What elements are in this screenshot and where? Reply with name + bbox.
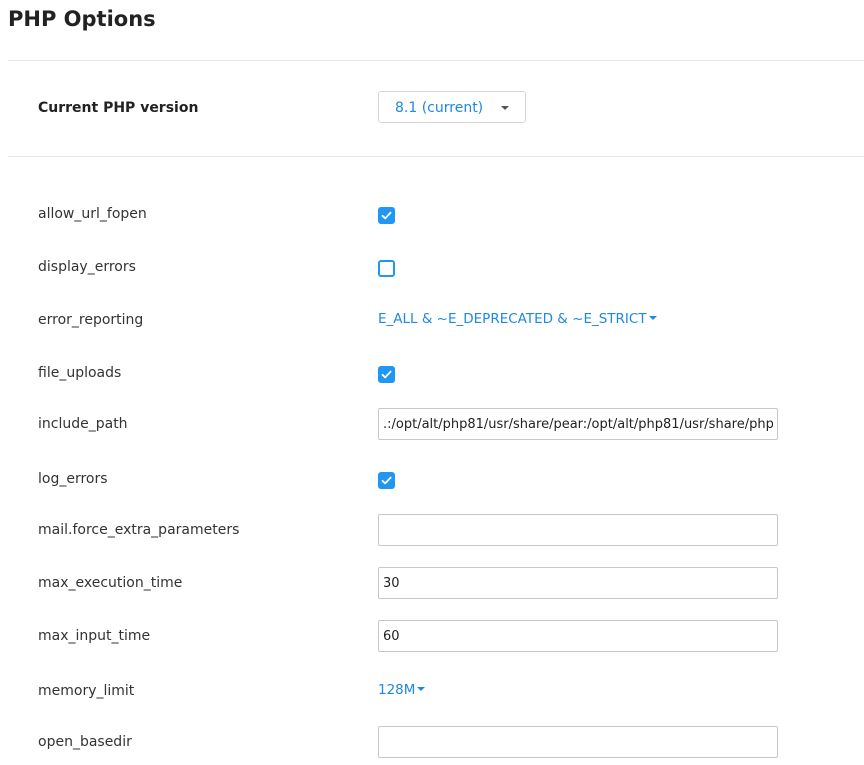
error-reporting-dropdown[interactable]: E_ALL & ~E_DEPRECATED & ~E_STRICT <box>378 309 657 329</box>
check-icon <box>381 370 392 379</box>
error-reporting-label: error_reporting <box>38 312 144 328</box>
display-errors-checkbox[interactable] <box>378 260 395 277</box>
max-execution-time-label: max_execution_time <box>38 575 183 591</box>
display-errors-label: display_errors <box>38 259 136 275</box>
include-path-label: include_path <box>38 416 128 432</box>
file-uploads-label: file_uploads <box>38 365 122 381</box>
memory-limit-dropdown[interactable]: 128M <box>378 680 426 700</box>
log-errors-label: log_errors <box>38 471 108 487</box>
check-icon <box>381 211 392 220</box>
open-basedir-label: open_basedir <box>38 734 132 750</box>
max-input-time-label: max_input_time <box>38 628 151 644</box>
log-errors-checkbox[interactable] <box>378 472 395 489</box>
header-divider <box>8 60 864 61</box>
error-reporting-value: E_ALL & ~E_DEPRECATED & ~E_STRICT <box>378 311 647 327</box>
page-title: PHP Options <box>8 7 156 31</box>
file-uploads-checkbox[interactable] <box>378 366 395 383</box>
php-version-select[interactable]: 8.1 (current) <box>378 91 526 123</box>
caret-down-icon <box>417 687 426 691</box>
section-divider <box>8 156 864 157</box>
memory-limit-label: memory_limit <box>38 683 135 699</box>
memory-limit-value: 128M <box>378 682 416 698</box>
mail-force-extra-parameters-label: mail.force_extra_parameters <box>38 522 240 538</box>
mail-force-extra-parameters-input[interactable] <box>378 514 778 546</box>
chevron-down-icon <box>501 106 509 110</box>
allow-url-fopen-checkbox[interactable] <box>378 207 395 224</box>
max-execution-time-input[interactable] <box>378 567 778 599</box>
caret-down-icon <box>648 316 657 320</box>
allow-url-fopen-label: allow_url_fopen <box>38 206 147 222</box>
max-input-time-input[interactable] <box>378 620 778 652</box>
check-icon <box>381 476 392 485</box>
include-path-input[interactable] <box>378 408 778 440</box>
open-basedir-input[interactable] <box>378 726 778 758</box>
php-version-value: 8.1 (current) <box>395 100 484 116</box>
php-version-label: Current PHP version <box>38 100 199 116</box>
